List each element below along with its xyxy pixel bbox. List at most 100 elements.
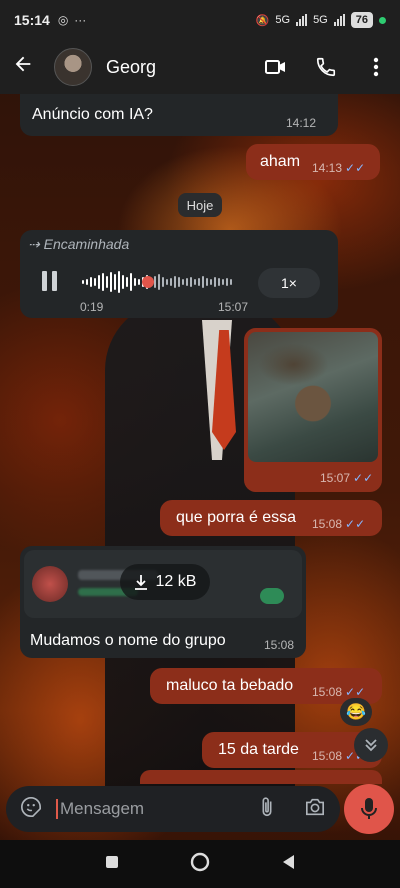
waveform-bar: [158, 274, 160, 290]
playback-speed-button[interactable]: 1×: [258, 268, 320, 298]
waveform-bar: [110, 272, 112, 292]
home-icon[interactable]: [190, 852, 210, 877]
waveform-bar: [94, 278, 96, 286]
read-ticks-icon: ✓✓: [345, 161, 366, 175]
message-time: 15:08: [264, 638, 295, 652]
pause-icon[interactable]: [40, 270, 60, 297]
camera-icon[interactable]: [304, 797, 326, 822]
waveform-bar: [166, 279, 168, 285]
mute-icon: 🔕: [255, 14, 270, 27]
waveform-bar: [206, 278, 208, 286]
waveform-bar: [126, 277, 128, 287]
waveform-bar: [210, 279, 212, 285]
waveform-bar: [174, 276, 176, 288]
read-ticks-icon: ✓✓: [353, 471, 374, 485]
waveform-bar: [102, 273, 104, 291]
waveform-bar: [190, 277, 192, 287]
incoming-message[interactable]: Anúncio com IA? 14:12: [20, 94, 338, 136]
image-message[interactable]: 15:07 ✓✓: [244, 328, 382, 492]
waveform-bar: [170, 278, 172, 286]
message-input[interactable]: Mensagem: [56, 799, 144, 819]
back-arrow-icon[interactable]: [12, 53, 42, 82]
waveform-bar: [202, 276, 204, 288]
date-separator: Hoje: [178, 193, 222, 217]
waveform-bar: [178, 277, 180, 287]
waveform-bar: [194, 279, 196, 285]
waveform-bar: [90, 277, 92, 287]
waveform-bar: [98, 275, 100, 289]
document-message[interactable]: 12 kB Mudamos o nome do grupo 15:08: [20, 546, 306, 658]
group-avatar: [32, 566, 68, 602]
system-nav-bar: [0, 840, 400, 888]
voice-elapsed: 0:19: [80, 300, 104, 314]
signal-icon-2: [333, 14, 345, 26]
voice-call-icon[interactable]: [314, 55, 338, 79]
forwarded-label: ⇢ Encaminhada: [28, 236, 130, 252]
battery-icon: 76: [350, 12, 373, 28]
waveform-bar: [182, 279, 184, 285]
waveform-scrubber[interactable]: [142, 276, 154, 288]
download-icon: [134, 575, 147, 590]
message-text: maluco ta bebado: [166, 677, 294, 694]
waveform-bar: [134, 278, 136, 286]
waveform-bar: [186, 278, 188, 286]
forward-icon: ⇢: [28, 236, 40, 252]
waveform-bar: [138, 279, 140, 285]
message-text: Anúncio com IA?: [32, 106, 153, 123]
outgoing-message[interactable]: que porra é essa 15:08 ✓✓: [160, 500, 382, 536]
emoji-sticker-icon[interactable]: [20, 796, 42, 823]
waveform-bar: [114, 274, 116, 290]
network-label-2: 5G: [313, 14, 328, 26]
download-size: 12 kB: [155, 573, 197, 590]
message-time: 14:12: [286, 116, 317, 130]
contact-name[interactable]: Georg: [106, 57, 156, 78]
blurred-toggle: [260, 588, 284, 604]
download-button[interactable]: 12 kB: [120, 564, 210, 600]
waveform-bar: [198, 278, 200, 286]
whatsapp-notification-icon: ◎: [57, 13, 69, 27]
scroll-down-button[interactable]: [354, 728, 388, 762]
waveform-bar: [162, 277, 164, 287]
document-preview[interactable]: 12 kB: [24, 550, 302, 618]
waveform-bar: [222, 279, 224, 285]
message-time: 15:08: [312, 685, 343, 699]
attach-icon[interactable]: [260, 796, 274, 823]
waveform-bar: [130, 273, 132, 291]
waveform-bar: [218, 278, 220, 286]
chat-header: Georg: [0, 40, 400, 94]
waveform-bar: [122, 275, 124, 289]
waveform-bar: [118, 271, 120, 293]
more-notifications-icon: ···: [74, 13, 87, 27]
message-time: 14:13: [312, 161, 343, 175]
message-text: Mudamos o nome do grupo: [30, 632, 226, 649]
waveform-bar: [226, 278, 228, 286]
message-time: 15:07: [320, 471, 351, 485]
contact-avatar[interactable]: [54, 48, 92, 86]
reaction-badge[interactable]: 😂: [340, 698, 372, 726]
partially-hidden-message: [140, 770, 382, 784]
image-thumbnail[interactable]: [248, 332, 378, 462]
waveform-bar: [214, 277, 216, 287]
waveform-bar: [106, 276, 108, 288]
double-chevron-down-icon: [365, 739, 377, 752]
voice-waveform[interactable]: [82, 268, 232, 296]
header-actions: [264, 55, 388, 79]
more-options-icon[interactable]: [364, 55, 388, 79]
read-ticks-icon: ✓✓: [345, 517, 366, 531]
waveform-bar: [82, 280, 84, 284]
outgoing-message[interactable]: aham 14:13 ✓✓: [246, 144, 380, 180]
message-text: 15 da tarde: [218, 741, 299, 758]
video-call-icon[interactable]: [264, 55, 288, 79]
message-time: 15:08: [312, 749, 343, 763]
network-label-1: 5G: [275, 14, 291, 26]
message-text: que porra é essa: [176, 509, 297, 526]
recents-icon[interactable]: [105, 855, 119, 874]
back-icon[interactable]: [281, 854, 295, 875]
waveform-bar: [230, 279, 232, 285]
voice-time: 15:07: [218, 300, 249, 314]
mic-button[interactable]: [344, 784, 394, 834]
privacy-indicator-icon: [379, 16, 386, 24]
message-composer: Mensagem: [6, 786, 340, 832]
status-right: 🔕 5G 5G 76: [256, 12, 386, 28]
mic-icon: [361, 798, 377, 819]
